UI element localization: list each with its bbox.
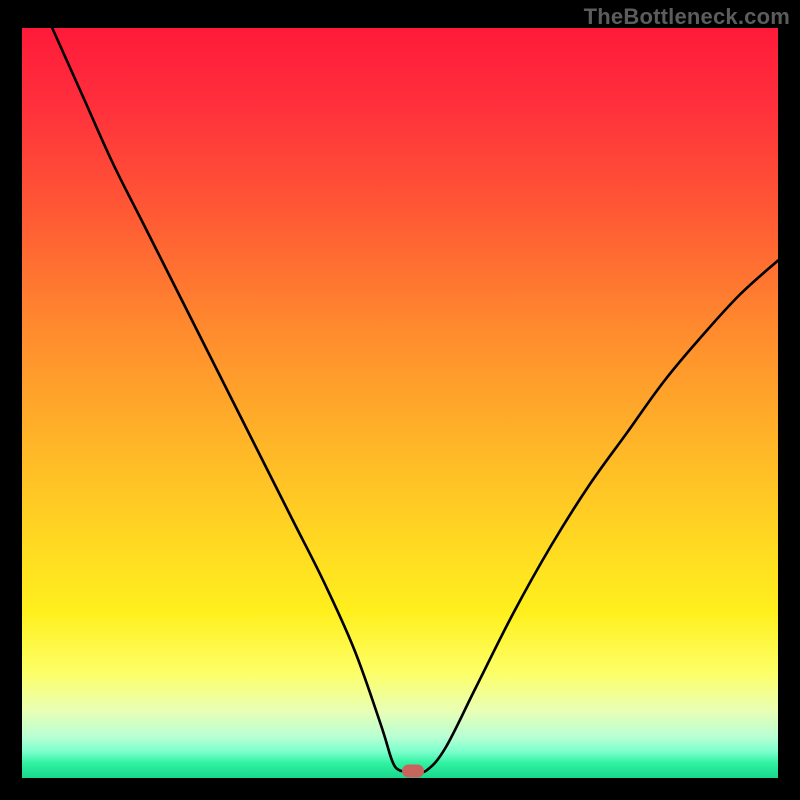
bottleneck-curve-path	[52, 28, 778, 772]
curve-svg	[22, 28, 778, 778]
plot-area	[22, 28, 778, 778]
chart-frame: TheBottleneck.com	[0, 0, 800, 800]
optimum-marker	[402, 764, 424, 777]
watermark-text: TheBottleneck.com	[584, 4, 790, 30]
